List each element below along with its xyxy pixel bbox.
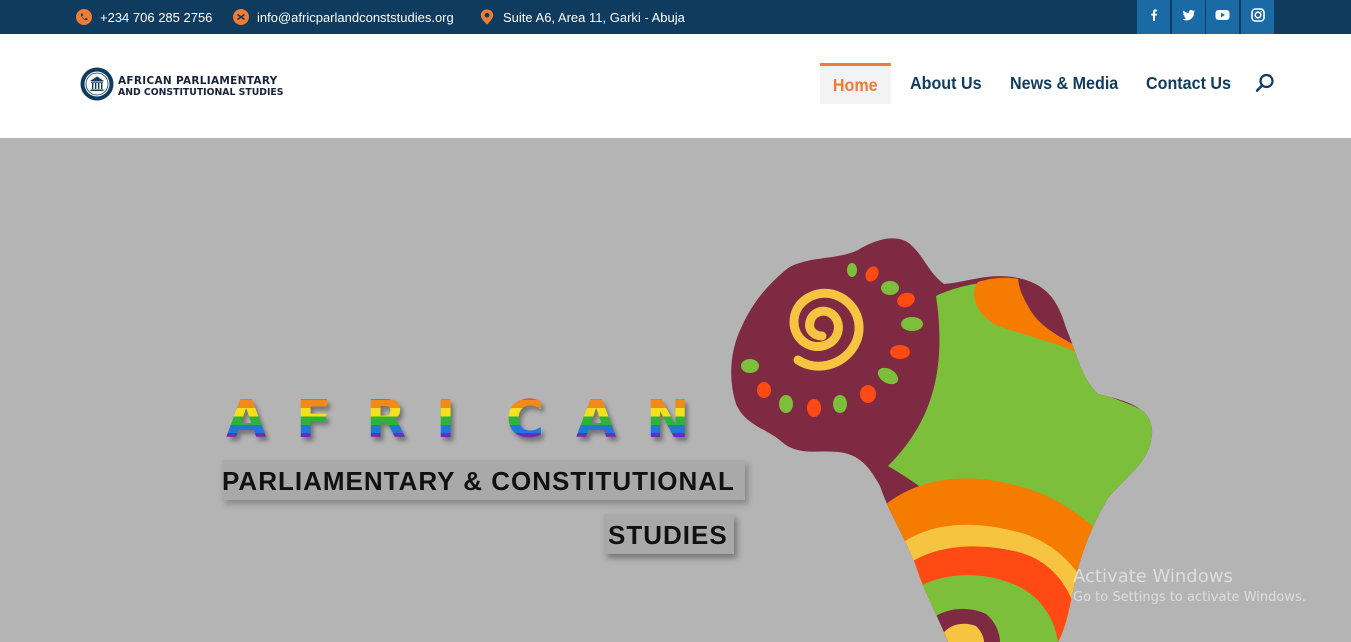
email-address: info@africparlandconststudies.org	[257, 9, 454, 25]
email-contact[interactable]: info@africparlandconststudies.org	[233, 0, 454, 34]
hero-letter: C	[506, 390, 576, 450]
search-button[interactable]	[1255, 73, 1275, 98]
search-icon	[1255, 73, 1275, 97]
phone-icon	[76, 9, 92, 25]
watermark-title: Activate Windows	[1073, 566, 1233, 587]
address-text: Suite A6, Area 11, Garki - Abuja	[503, 9, 685, 25]
hero-letter: A	[226, 390, 296, 450]
twitter-icon	[1182, 8, 1196, 27]
logo-seal-icon	[80, 67, 114, 106]
instagram-icon	[1250, 7, 1265, 27]
nav-contact-us[interactable]: Contact Us	[1146, 63, 1231, 104]
nav-home[interactable]: Home	[820, 63, 891, 104]
logo-line-2: AND CONSTITUTIONAL STUDIES	[118, 86, 284, 98]
instagram-link[interactable]	[1240, 0, 1274, 34]
twitter-link[interactable]	[1171, 0, 1205, 34]
phone-number: +234 706 285 2756	[100, 9, 213, 25]
facebook-icon	[1147, 8, 1161, 27]
hero-subtitle-line-2: STUDIES	[604, 514, 734, 554]
phone-contact[interactable]: +234 706 285 2756	[76, 0, 212, 34]
location-pin-icon	[479, 9, 495, 25]
hero-letter: F	[296, 390, 366, 450]
windows-activation-watermark: Activate Windows Go to Settings to activ…	[1073, 566, 1306, 605]
nav-about-us[interactable]: About Us	[910, 63, 982, 104]
watermark-subtitle: Go to Settings to activate Windows.	[1073, 590, 1306, 605]
address-contact: Suite A6, Area 11, Garki - Abuja	[479, 0, 685, 34]
top-contact-bar: +234 706 285 2756 info@africparlandconst…	[0, 0, 1351, 34]
youtube-icon	[1215, 8, 1230, 26]
hero-rainbow-word: A F R I C A N	[226, 390, 716, 450]
hero-letter: N	[646, 390, 716, 450]
hero-section: A F R I C A N PARLIAMENTARY & CONSTITUTI…	[0, 138, 1351, 642]
site-header: AFRICAN PARLIAMENTARY AND CONSTITUTIONAL…	[0, 34, 1351, 138]
logo-text: AFRICAN PARLIAMENTARY AND CONSTITUTIONAL…	[118, 75, 283, 99]
nav-news-media[interactable]: News & Media	[1010, 63, 1118, 104]
site-logo[interactable]: AFRICAN PARLIAMENTARY AND CONSTITUTIONAL…	[80, 67, 283, 106]
hero-letter: R	[366, 390, 436, 450]
hero-subtitle-line-1: PARLIAMENTARY & CONSTITUTIONAL	[222, 460, 745, 500]
hero-letter: A	[576, 390, 646, 450]
logo-line-1: AFRICAN PARLIAMENTARY	[118, 74, 278, 87]
youtube-link[interactable]	[1205, 0, 1239, 34]
hero-letter: I	[436, 390, 506, 450]
facebook-link[interactable]	[1136, 0, 1170, 34]
email-icon	[233, 9, 249, 25]
